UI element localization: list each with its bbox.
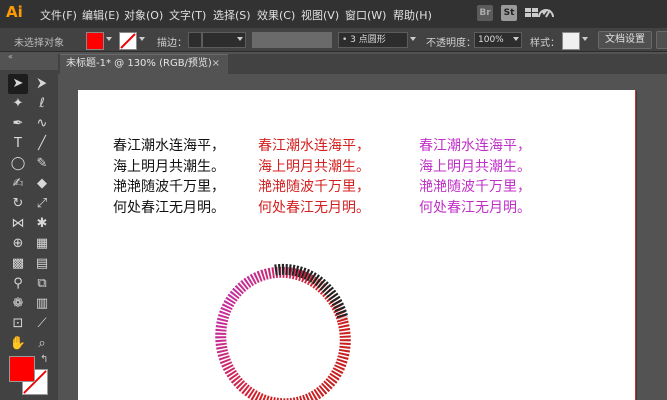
document-tab[interactable]: 未标题-1* @ 130% (RGB/预览) × [60,54,228,74]
bridge-icon[interactable]: Br [477,5,493,21]
menu-type[interactable]: 文字(T) [169,7,206,23]
selection-status: 未选择对象 [14,38,64,49]
eyedropper-icon[interactable]: ⚲ [8,274,28,294]
document-tab-title: 未标题-1* @ 130% (RGB/预览) [66,58,212,69]
zoom-icon[interactable]: ⌕ [32,334,52,354]
menu-window[interactable]: 窗口(W) [345,7,386,23]
perspective-icon[interactable]: ▦ [32,234,52,254]
poem-line: 春江潮水连海平， [258,138,370,154]
chevron-down-icon[interactable] [410,37,416,41]
poem-line: 滟滟随波千万里， [419,179,531,195]
close-icon[interactable]: × [212,55,220,73]
menu-help[interactable]: 帮助(H) [393,7,432,23]
poem-line: 滟滟随波千万里， [258,179,370,195]
column-graph-icon[interactable]: ▥ [32,294,52,314]
control-bar: 未选择对象 描边： • 3 点圆形 不透明度： 100% 样式： 文档设置 [0,28,667,52]
brush-definition-dropdown[interactable]: • 3 点圆形 [338,32,408,48]
symbol-sprayer-icon[interactable]: ❁ [8,294,28,314]
menu-file[interactable]: 文件(F) [40,7,77,23]
variable-width-profile[interactable] [252,32,332,48]
opacity-label[interactable]: 不透明度： [426,34,476,49]
graphic-style-swatch[interactable] [562,32,580,50]
artboard-bleed-line [635,90,636,400]
curvature-icon[interactable]: ∿ [32,114,52,134]
shaper-icon[interactable]: ✍ [8,174,28,194]
shape-builder-icon[interactable]: ⊕ [8,234,28,254]
poem-block-magenta[interactable]: 春江潮水连海平， 海上明月共潮生。 滟滟随波千万里， 何处春江无月明。 [419,136,531,218]
pen-icon[interactable]: ✒ [8,114,28,134]
menu-view[interactable]: 视图(V) [301,7,339,23]
eraser-icon[interactable]: ◆ [32,174,52,194]
style-label: 样式： [530,38,560,49]
direct-selection-icon[interactable]: ⮞ [32,74,52,94]
mesh-icon[interactable]: ▩ [8,254,28,274]
menu-edit[interactable]: 编辑(E) [82,7,120,23]
poem-line: 何处春江无月明。 [113,199,225,216]
app-logo: Ai [6,3,23,21]
puppet-warp-icon[interactable]: ✱ [32,214,52,234]
hand-icon[interactable]: ✋ [8,334,28,354]
selection-icon[interactable]: ➤ [8,74,28,94]
chevron-down-icon[interactable] [513,37,519,41]
fill-color-box[interactable] [9,356,35,382]
chevron-down-icon[interactable] [237,37,243,41]
poem-block-black[interactable]: 春江潮水连海平， 海上明月共潮生。 滟滟随波千万里， 何处春江无月明。 [113,136,225,218]
brush-definition-label: 3 点圆形 [350,35,386,45]
swap-fill-stroke-icon[interactable]: ↰ [40,354,48,365]
document-setup-button[interactable]: 文档设置 [598,31,652,49]
stroke-swatch[interactable] [119,32,137,50]
menu-object[interactable]: 对象(O) [124,7,163,23]
blend-icon[interactable]: ⧉ [32,274,52,294]
poem-block-red[interactable]: 春江潮水连海平， 海上明月共潮生。 滟滟随波千万里， 何处春江无月明。 [258,136,370,218]
scale-icon[interactable]: ⤢ [32,194,52,214]
poem-line: 春江潮水连海平， [113,138,225,154]
poem-line: 何处春江无月明。 [419,199,531,216]
collapse-panel-icon[interactable]: « [8,52,13,61]
gradient-icon[interactable]: ▤ [32,254,52,274]
poem-line: 何处春江无月明。 [258,199,370,216]
stroke-weight-stepper[interactable] [188,32,202,48]
width-icon[interactable]: ⋈ [8,214,28,234]
line-icon[interactable]: ╱ [32,134,52,154]
slice-icon[interactable]: ⟋ [32,314,52,334]
chevron-down-icon[interactable] [139,37,145,41]
fill-swatch[interactable] [86,32,104,50]
paintbrush-icon[interactable]: ✎ [32,154,52,174]
poem-line: 春江潮水连海平， [419,138,531,154]
menu-select[interactable]: 选择(S) [213,7,251,23]
chevron-down-icon[interactable] [106,37,112,41]
poem-line: 海上明月共潮生。 [419,158,531,175]
gpu-performance-icon[interactable] [537,5,555,21]
poem-line: 海上明月共潮生。 [258,158,370,175]
poem-line: 滟滟随波千万里， [113,179,225,195]
stroke-label: 描边： [157,38,187,49]
lasso-icon[interactable]: ℓ [32,94,52,114]
preferences-button[interactable] [656,31,667,49]
magic-wand-icon[interactable]: ✦ [8,94,28,114]
type-icon[interactable]: T [8,134,28,154]
stock-icon[interactable]: St [501,5,517,21]
artboard-icon[interactable]: ⊡ [8,314,28,334]
ellipse-icon[interactable]: ◯ [8,154,28,174]
circular-text-ring[interactable] [200,260,370,400]
poem-line: 海上明月共潮生。 [113,158,225,175]
menu-bar: Ai 文件(F) 编辑(E) 对象(O) 文字(T) 选择(S) 效果(C) 视… [0,0,667,28]
menu-effect[interactable]: 效果(C) [257,7,295,23]
chevron-down-icon[interactable] [582,37,588,41]
rotate-icon[interactable]: ↻ [8,194,28,214]
